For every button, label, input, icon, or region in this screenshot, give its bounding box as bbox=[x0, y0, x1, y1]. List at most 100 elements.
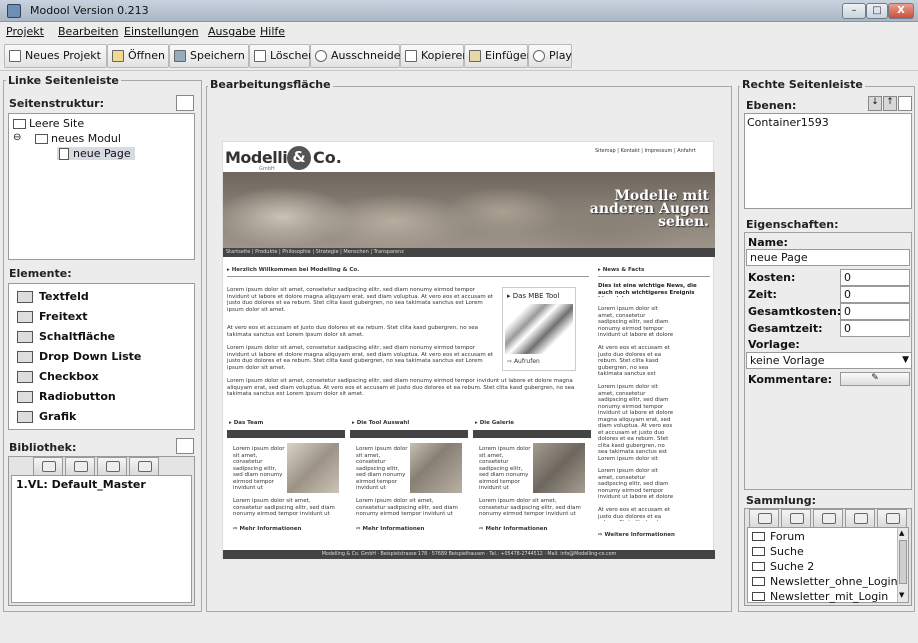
element-freitext[interactable]: Freitext bbox=[15, 308, 88, 326]
maximize-button[interactable]: □ bbox=[866, 3, 888, 19]
element-checkbox[interactable]: Checkbox bbox=[15, 368, 99, 386]
new-project-label: Neues Projekt bbox=[25, 49, 101, 62]
paste-button[interactable]: Einfügen bbox=[464, 44, 534, 68]
collection-tab-1[interactable] bbox=[749, 509, 779, 527]
property-input[interactable]: 0 bbox=[840, 320, 910, 337]
scissors-icon bbox=[315, 50, 327, 62]
menu-ausgabe[interactable]: Ausgabe bbox=[208, 25, 256, 38]
open-button[interactable]: Öffnen bbox=[107, 44, 169, 68]
minimize-button[interactable]: – bbox=[842, 3, 866, 19]
template-select[interactable]: keine Vorlage ▼ bbox=[746, 352, 912, 369]
collection-item[interactable]: Suche bbox=[748, 544, 804, 559]
welcome-text: Herzlich Willkommen bei Modelling & Co. bbox=[231, 267, 360, 273]
site-paragraph-2: At vero eos et accusam et justo duo dolo… bbox=[227, 325, 479, 338]
library-tab-2[interactable] bbox=[65, 457, 95, 475]
new-project-button[interactable]: Neues Projekt bbox=[4, 44, 107, 68]
pen-icon: ✎ bbox=[871, 373, 879, 383]
copy-button[interactable]: Kopieren bbox=[400, 44, 469, 68]
divider bbox=[598, 276, 710, 277]
close-button[interactable]: X bbox=[888, 3, 914, 19]
site-card[interactable]: ▸ Die Tool Auswahl Lorem ipsum dolor sit … bbox=[350, 418, 468, 542]
news-text-2: At vero eos et accusam et justo duo dolo… bbox=[598, 345, 670, 378]
card-more-link[interactable]: ⇨ Mehr Informationen bbox=[479, 526, 547, 533]
cut-label: Ausschneiden bbox=[331, 49, 408, 62]
layer-up-icon[interactable]: ↑ bbox=[883, 96, 897, 111]
collection-item[interactable]: Newsletter_ohne_Login bbox=[748, 574, 898, 589]
new-page-icon[interactable] bbox=[176, 95, 194, 111]
tree-item-page[interactable]: neue Page bbox=[57, 147, 135, 160]
library-tab-1[interactable] bbox=[33, 457, 63, 475]
library-tab-3[interactable] bbox=[97, 457, 127, 475]
collection-tab-5[interactable] bbox=[877, 509, 907, 527]
library-tab-4[interactable] bbox=[129, 457, 159, 475]
news-title: ▸ News & Facts bbox=[598, 267, 645, 273]
card-bar bbox=[350, 430, 468, 438]
tree-item-site[interactable]: Leere Site bbox=[13, 117, 84, 130]
tool-box-link[interactable]: ⇨ Aufrufen bbox=[507, 358, 540, 365]
news-text-5: At vero eos et accusam et justo duo dolo… bbox=[598, 507, 670, 521]
collection-scrollbar[interactable]: ▲ ▼ bbox=[897, 528, 908, 602]
scroll-thumb[interactable] bbox=[899, 540, 907, 584]
tool-box[interactable]: ▸ Das MBE Tool ⇨ Aufrufen bbox=[502, 287, 576, 371]
news-more-link[interactable]: ⇨ Weitere Informationen bbox=[598, 532, 675, 539]
element-textfeld[interactable]: Textfeld bbox=[15, 288, 89, 306]
collection-item[interactable]: Forum bbox=[748, 529, 805, 544]
scroll-up-icon[interactable]: ▲ bbox=[899, 529, 904, 537]
card-more-link[interactable]: ⇨ Mehr Informationen bbox=[233, 526, 301, 533]
element-drop-down-liste[interactable]: Drop Down Liste bbox=[15, 348, 141, 366]
site-nav[interactable]: Startseite | Produkte | Philosophie | St… bbox=[223, 248, 715, 257]
property-input[interactable]: 0 bbox=[840, 286, 910, 303]
page-structure-tree[interactable]: Leere Site neues Modul ⊖ neue Page bbox=[8, 113, 195, 260]
menu-projekt[interactable]: Projekt bbox=[6, 25, 44, 38]
site-card[interactable]: ▸ Die Galerie Lorem ipsum dolor sit amet,… bbox=[473, 418, 591, 542]
property-input[interactable]: 0 bbox=[840, 269, 910, 286]
element-grafik[interactable]: Grafik bbox=[15, 408, 76, 426]
play-button[interactable]: Play bbox=[528, 44, 572, 68]
cut-button[interactable]: Ausschneiden bbox=[310, 44, 408, 68]
name-input[interactable]: neue Page bbox=[746, 249, 910, 266]
collection-tab-2[interactable] bbox=[781, 509, 811, 527]
button-icon bbox=[17, 331, 33, 343]
collection-tab-3[interactable] bbox=[813, 509, 843, 527]
edit-comment-button[interactable]: ✎ bbox=[840, 372, 910, 386]
tree-expand-icon[interactable]: ⊖ bbox=[13, 132, 21, 143]
delete-button[interactable]: Löschen bbox=[249, 44, 315, 68]
collection-item[interactable]: Suche 2 bbox=[748, 559, 814, 574]
element-label: Schaltfläche bbox=[39, 330, 116, 343]
folder-icon bbox=[35, 134, 48, 144]
library-add-icon[interactable] bbox=[176, 438, 194, 454]
website-preview[interactable]: Modelling & Co. GmbH Sitemap | Kontakt |… bbox=[222, 141, 715, 559]
element-radiobutton[interactable]: Radiobutton bbox=[15, 388, 116, 406]
window-icon bbox=[752, 547, 765, 556]
collection-item[interactable]: Newsletter_mit_Login bbox=[748, 589, 888, 604]
menu-hilfe[interactable]: Hilfe bbox=[260, 25, 285, 38]
folder-icon bbox=[13, 119, 26, 129]
paste-icon bbox=[469, 50, 481, 62]
library-item[interactable]: 1.VL: Default_Master bbox=[16, 478, 146, 491]
save-button[interactable]: Speichern bbox=[169, 44, 249, 68]
site-toplinks[interactable]: Sitemap | Kontakt | Impressum | Anfahrt bbox=[595, 148, 713, 155]
collection-tab-4[interactable] bbox=[845, 509, 875, 527]
template-label: Vorlage: bbox=[748, 338, 800, 351]
card-more-link[interactable]: ⇨ Mehr Informationen bbox=[356, 526, 424, 533]
news-text-1: Lorem ipsum dolor sit amet, consetetur s… bbox=[598, 306, 674, 339]
tree-item-module[interactable]: neues Modul bbox=[35, 132, 121, 145]
card-title: ▸ Das Team bbox=[229, 420, 264, 426]
menu-bearbeiten[interactable]: Bearbeiten bbox=[58, 25, 118, 38]
card-text-2: Lorem ipsum dolor sit amet, consetetur s… bbox=[356, 498, 458, 518]
element-label: Grafik bbox=[39, 410, 77, 423]
property-input[interactable]: 0 bbox=[840, 303, 910, 320]
card-image bbox=[287, 443, 339, 493]
site-card[interactable]: ▸ Das Team Lorem ipsum dolor sit amet, co… bbox=[227, 418, 345, 542]
scroll-down-icon[interactable]: ▼ bbox=[899, 591, 904, 599]
checkbox-icon bbox=[17, 371, 33, 383]
menu-einstellungen[interactable]: Einstellungen bbox=[124, 25, 199, 38]
copy-label: Kopieren bbox=[421, 49, 470, 62]
element-schaltfl-che[interactable]: Schaltfläche bbox=[15, 328, 115, 346]
layer-down-icon[interactable]: ↓ bbox=[868, 96, 882, 111]
banner-slogan: Modelle mit anderen Augen sehen. bbox=[590, 189, 709, 229]
element-label: Checkbox bbox=[39, 370, 99, 383]
collection-label: Forum bbox=[770, 530, 805, 543]
layer-new-icon[interactable] bbox=[898, 96, 912, 111]
layer-item[interactable]: Container1593 bbox=[747, 116, 829, 129]
